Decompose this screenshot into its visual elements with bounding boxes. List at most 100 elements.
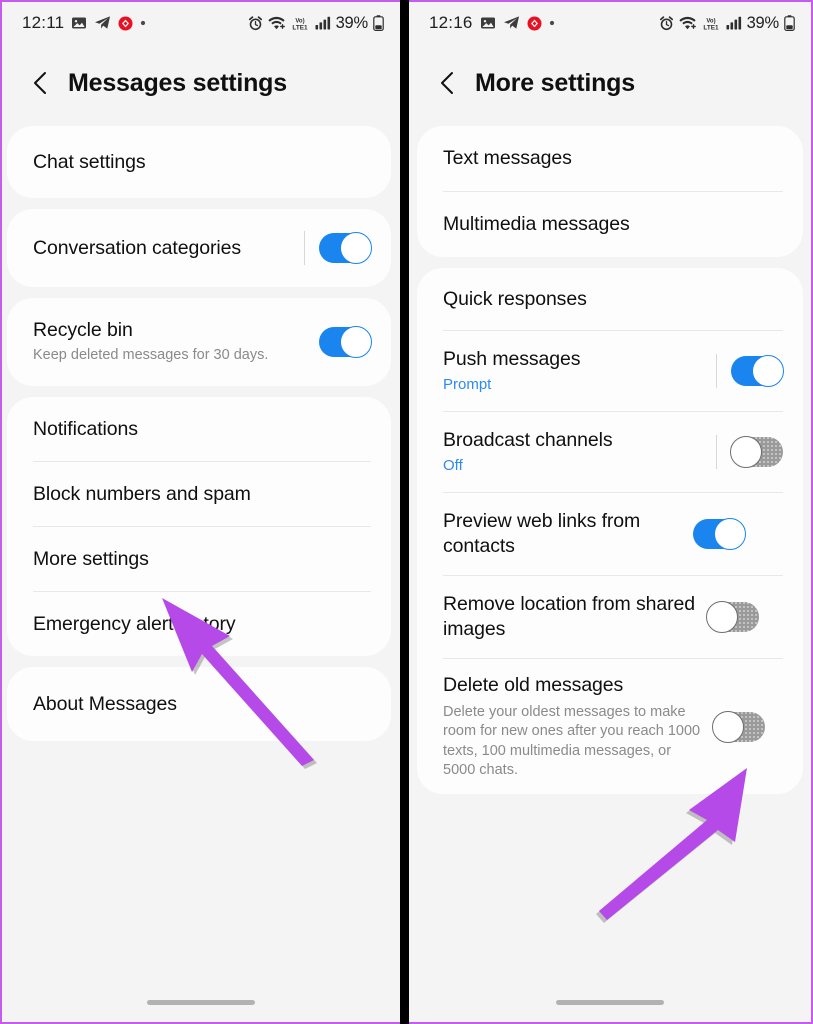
- list-item-more-settings[interactable]: More settings: [7, 527, 391, 591]
- status-bar-right: 12:16 Vo) LTE1 39%: [409, 2, 811, 44]
- toggle-recycle-bin[interactable]: [319, 326, 372, 358]
- settings-card: Quick responses Push messages Prompt Bro…: [417, 268, 803, 795]
- page-title-right: More settings: [475, 68, 635, 97]
- phone-panel-right: 12:16 Vo) LTE1 39% More settings Text me…: [409, 0, 813, 1024]
- list-item-label: Push messages: [443, 348, 581, 371]
- list-item-broadcast-channels[interactable]: Broadcast channels Off: [417, 412, 803, 492]
- list-item-sublabel: Prompt: [443, 376, 492, 393]
- row-text: Notifications: [33, 403, 371, 456]
- toggle-conversation-categories[interactable]: [319, 232, 372, 264]
- list-item-chat-settings[interactable]: Chat settings: [7, 126, 391, 198]
- list-item-label: Remove location from shared images: [443, 593, 695, 640]
- list-item-conversation-categories[interactable]: Conversation categories: [7, 209, 391, 287]
- row-text: Remove location from shared images: [443, 578, 695, 656]
- toggle-wrap: [695, 601, 759, 633]
- list-item-label: Preview web links from contacts: [443, 510, 641, 557]
- row-text: Push messages Prompt: [443, 333, 704, 409]
- red-badge-icon: [118, 16, 133, 31]
- toggle-separator: [304, 231, 305, 265]
- list-item-label: Recycle bin: [33, 319, 133, 342]
- list-item-label: About Messages: [33, 692, 177, 715]
- toggle-knob: [340, 232, 372, 264]
- row-text: Preview web links from contacts: [443, 495, 681, 573]
- row-text: More settings: [33, 533, 371, 586]
- toggle-wrap: [292, 231, 372, 265]
- home-indicator-left[interactable]: [2, 1000, 400, 1005]
- alarm-icon: [659, 15, 674, 31]
- row-text: Chat settings: [33, 136, 371, 189]
- list-item-sublabel: Delete your oldest messages to make room…: [443, 703, 701, 778]
- list-item-label: Block numbers and spam: [33, 482, 251, 505]
- list-item-label: Multimedia messages: [443, 213, 630, 236]
- row-text: Text messages: [443, 132, 783, 185]
- list-item-remove-location[interactable]: Remove location from shared images: [417, 576, 803, 658]
- toggle-knob: [712, 710, 744, 743]
- row-text: Multimedia messages: [443, 198, 783, 251]
- toggle-push-messages[interactable]: [731, 355, 784, 387]
- toggle-knob: [752, 355, 784, 387]
- toggle-knob: [340, 326, 372, 358]
- wifi-icon: [678, 16, 696, 30]
- row-text: About Messages: [33, 678, 371, 731]
- list-item-delete-old-messages[interactable]: Delete old messages Delete your oldest m…: [417, 659, 803, 794]
- row-text: Delete old messages Delete your oldest m…: [443, 659, 701, 794]
- row-text: Quick responses: [443, 273, 783, 326]
- battery-percent-label: 39%: [746, 13, 780, 32]
- phone-panel-left: 12:11 Vo) LTE1 39% Messages settings Cha…: [0, 0, 400, 1024]
- header-right: More settings: [409, 44, 811, 126]
- list-item-label: Quick responses: [443, 287, 587, 310]
- svg-text:LTE1: LTE1: [292, 24, 308, 31]
- list-item-push-messages[interactable]: Push messages Prompt: [417, 331, 803, 411]
- toggle-wrap: [701, 710, 765, 743]
- toggle-separator: [716, 435, 717, 469]
- settings-card: Conversation categories: [7, 209, 391, 287]
- list-item-multimedia-messages[interactable]: Multimedia messages: [417, 192, 803, 257]
- list-item-sublabel: Keep deleted messages for 30 days.: [33, 347, 269, 364]
- toggle-preview-web-links[interactable]: [693, 518, 746, 550]
- toggle-delete-old-messages[interactable]: [712, 710, 765, 743]
- list-item-label: Conversation categories: [33, 236, 241, 259]
- list-item-block-numbers-and-spam[interactable]: Block numbers and spam: [7, 462, 391, 526]
- settings-card: Chat settings: [7, 126, 391, 198]
- back-button-left[interactable]: [24, 66, 58, 100]
- toggle-wrap: [681, 518, 746, 550]
- list-item-notifications[interactable]: Notifications: [7, 397, 391, 461]
- list-item-text-messages[interactable]: Text messages: [417, 126, 803, 191]
- list-item-label: Text messages: [443, 147, 572, 170]
- settings-card: Text messages Multimedia messages: [417, 126, 803, 257]
- signal-icon: [315, 16, 331, 30]
- list-item-quick-responses[interactable]: Quick responses: [417, 268, 803, 330]
- row-text: Conversation categories: [33, 222, 292, 275]
- battery-icon: [373, 15, 384, 31]
- list-item-preview-web-links[interactable]: Preview web links from contacts: [417, 493, 803, 575]
- settings-card: Recycle bin Keep deleted messages for 30…: [7, 298, 391, 386]
- list-item-about-messages[interactable]: About Messages: [7, 667, 391, 741]
- row-text: Emergency alert history: [33, 598, 371, 651]
- toggle-wrap: [704, 435, 783, 469]
- status-bar-left-icons: 12:11: [22, 13, 146, 33]
- battery-percent-label: 39%: [335, 13, 369, 32]
- toggle-remove-location[interactable]: [706, 601, 759, 633]
- list-item-label: More settings: [33, 547, 149, 570]
- status-bar-right-icons: Vo) LTE1 39%: [659, 14, 795, 33]
- list-item-sublabel: Off: [443, 457, 463, 474]
- alarm-icon: [248, 15, 263, 31]
- list-item-label: Broadcast channels: [443, 429, 613, 452]
- list-item-label: Emergency alert history: [33, 612, 236, 635]
- back-button-right[interactable]: [431, 66, 465, 100]
- list-item-recycle-bin[interactable]: Recycle bin Keep deleted messages for 30…: [7, 298, 391, 386]
- list-item-emergency-alert-history[interactable]: Emergency alert history: [7, 592, 391, 656]
- telegram-icon: [94, 15, 111, 31]
- toggle-broadcast-channels[interactable]: [730, 436, 783, 468]
- row-text: Recycle bin Keep deleted messages for 30…: [33, 304, 307, 379]
- wifi-icon: [267, 16, 285, 30]
- settings-card: About Messages: [7, 667, 391, 741]
- telegram-icon: [503, 15, 520, 31]
- home-indicator-right[interactable]: [409, 1000, 811, 1005]
- toggle-knob: [730, 436, 762, 468]
- row-text: Broadcast channels Off: [443, 414, 704, 490]
- red-badge-icon: [527, 16, 542, 31]
- header-left: Messages settings: [2, 44, 400, 126]
- toggle-knob: [706, 601, 738, 633]
- screenshot-stage: 12:11 Vo) LTE1 39% Messages settings Cha…: [0, 0, 813, 1024]
